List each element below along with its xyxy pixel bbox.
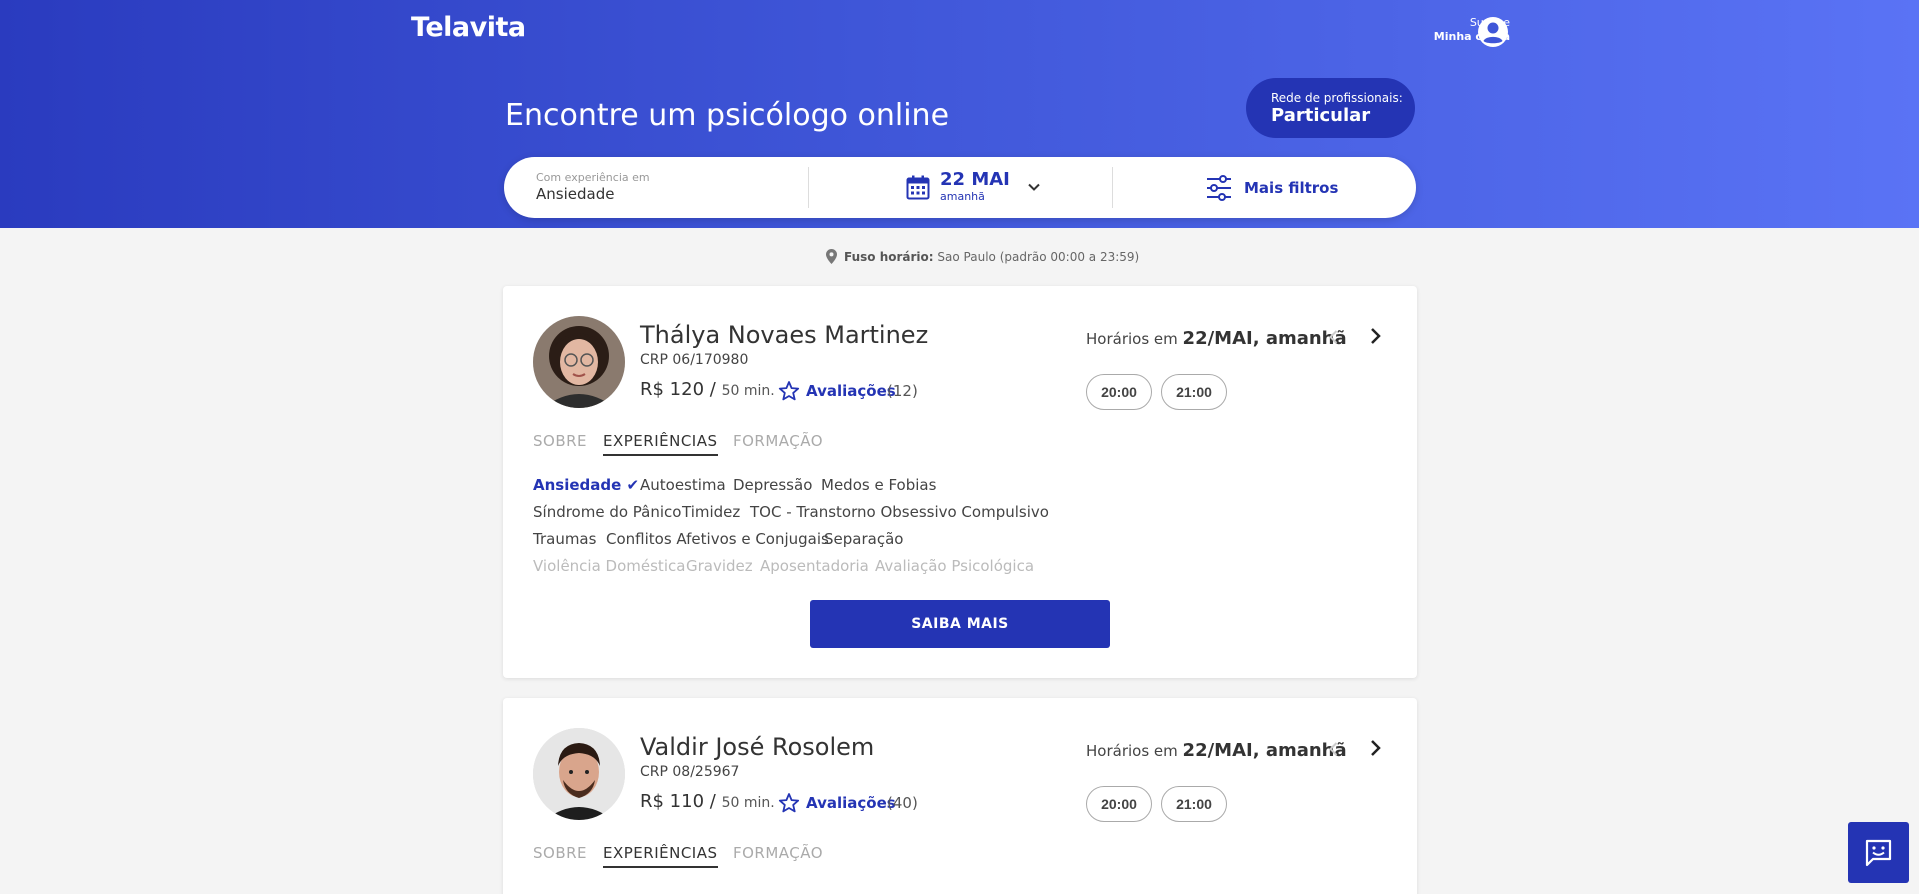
user-account-icon[interactable] <box>1477 16 1509 48</box>
experience-tag: Medos e Fobias <box>821 476 937 494</box>
divider <box>808 167 809 208</box>
timezone-label: Fuso horário: <box>844 250 934 264</box>
reviews-link[interactable]: Avaliações <box>806 794 896 812</box>
network-label: Rede de profissionais: <box>1271 91 1403 105</box>
tab-sobre[interactable]: SOBRE <box>533 432 587 454</box>
saiba-mais-button[interactable]: SAIBA MAIS <box>810 600 1110 648</box>
experience-tag: Avaliação Psicológica <box>875 557 1035 575</box>
more-filters-button[interactable]: Mais filtros <box>1244 179 1338 197</box>
chat-button[interactable] <box>1848 822 1909 883</box>
price-duration: 50 min. <box>721 795 775 811</box>
tab-formacao[interactable]: FORMAÇÃO <box>733 432 823 454</box>
price-value: R$ 110 <box>640 791 705 812</box>
logo[interactable]: Telavita <box>411 12 526 43</box>
reviews-count: (40) <box>887 794 918 812</box>
tab-formacao[interactable]: FORMAÇÃO <box>733 844 823 866</box>
experience-tag: Aposentadoria <box>760 557 869 575</box>
slots-header: Horários em 22/MAI, amanhã <box>1086 740 1347 761</box>
reviews-count: (12) <box>887 382 918 400</box>
date-sub: amanhã <box>940 190 985 203</box>
professional-card: Valdir José Rosolem CRP 08/25967 R$ 110 … <box>503 698 1417 894</box>
avatar[interactable] <box>533 728 625 820</box>
price-value: R$ 120 <box>640 379 705 400</box>
filter-sliders-icon[interactable] <box>1206 175 1232 201</box>
time-slot-button[interactable]: 21:00 <box>1161 786 1227 822</box>
page-title: Encontre um psicólogo online <box>505 98 950 133</box>
experience-tag: Traumas <box>533 530 597 548</box>
avatar[interactable] <box>533 316 625 408</box>
star-icon[interactable] <box>778 792 800 814</box>
time-slot-button[interactable]: 21:00 <box>1161 374 1227 410</box>
timezone-value: Sao Paulo (padrão 00:00 a 23:59) <box>937 250 1140 264</box>
experience-tag: Timidez <box>682 503 741 521</box>
experience-value: Ansiedade <box>536 185 615 203</box>
experience-tag: Autoestima <box>640 476 726 494</box>
professional-name[interactable]: Valdir José Rosolem <box>640 733 874 761</box>
network-value: Particular <box>1271 105 1371 126</box>
tab-sobre[interactable]: SOBRE <box>533 844 587 866</box>
experience-tag: Conflitos Afetivos e Conjugais <box>606 530 829 548</box>
experience-tag: Separação <box>824 530 904 548</box>
experience-tag: Depressão <box>733 476 813 494</box>
date-value[interactable]: 22 MAI <box>940 170 1010 190</box>
experience-tag: Síndrome do Pânico <box>533 503 682 521</box>
professional-price: R$ 120 / 50 min. <box>640 379 775 400</box>
experience-tag: Gravidez <box>686 557 753 575</box>
professional-price: R$ 110 / 50 min. <box>640 791 775 812</box>
slots-prefix: Horários em <box>1086 330 1178 348</box>
chevron-right-icon[interactable] <box>1365 326 1385 346</box>
professional-crp: CRP 08/25967 <box>640 764 740 780</box>
chevron-right-icon[interactable] <box>1365 738 1385 758</box>
search-bar: Com experiência em Ansiedade 22 MAI aman… <box>504 157 1416 218</box>
slots-header: Horários em 22/MAI, amanhã <box>1086 328 1347 349</box>
chevron-left-icon[interactable] <box>1325 740 1343 758</box>
experience-tag: TOC - Transtorno Obsessivo Compulsivo <box>750 503 1049 521</box>
tab-experiencias[interactable]: EXPERIÊNCIAS <box>603 844 718 868</box>
professional-crp: CRP 06/170980 <box>640 352 749 368</box>
slots-date: 22/MAI, amanhã <box>1182 740 1347 761</box>
chat-icon <box>1865 839 1892 867</box>
reviews-link[interactable]: Avaliações <box>806 382 896 400</box>
experience-field[interactable]: Com experiência em Ansiedade <box>536 171 796 203</box>
slots-date: 22/MAI, amanhã <box>1182 328 1347 349</box>
price-separator: / <box>709 379 716 400</box>
experience-tag: Ansiedade ✔ <box>533 476 640 494</box>
professional-card: Thályа Novaes Martinez CRP 06/170980 R$ … <box>503 286 1417 678</box>
timezone-info: Fuso horário: Sao Paulo (padrão 00:00 a … <box>844 250 1139 264</box>
calendar-icon[interactable] <box>906 175 930 200</box>
price-separator: / <box>709 791 716 812</box>
professional-name[interactable]: Thályа Novaes Martinez <box>640 321 928 349</box>
network-selector[interactable]: Rede de profissionais: Particular <box>1246 78 1415 138</box>
time-slot-button[interactable]: 20:00 <box>1086 786 1152 822</box>
price-duration: 50 min. <box>721 383 775 399</box>
divider <box>1112 167 1113 208</box>
slots-prefix: Horários em <box>1086 742 1178 760</box>
hero-banner: Telavita Susane Minha conta Encontre um … <box>0 0 1919 228</box>
experience-tag: Violência Doméstica <box>533 557 686 575</box>
chevron-down-icon[interactable] <box>1026 179 1042 195</box>
star-icon[interactable] <box>778 380 800 402</box>
location-pin-icon <box>826 249 837 264</box>
tab-experiencias[interactable]: EXPERIÊNCIAS <box>603 432 718 456</box>
experience-label: Com experiência em <box>536 171 650 184</box>
chevron-left-icon[interactable] <box>1325 328 1343 346</box>
time-slot-button[interactable]: 20:00 <box>1086 374 1152 410</box>
